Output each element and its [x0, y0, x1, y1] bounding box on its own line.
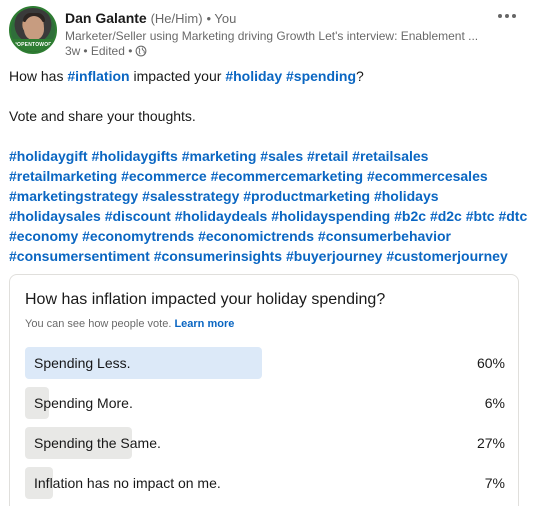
hashtag-link[interactable]: #ecommercemarketing [211, 168, 364, 184]
poll-option[interactable]: Inflation has no impact on me. 7% [25, 467, 505, 499]
text-segment: How has [9, 68, 68, 84]
post-time: 3w [65, 44, 81, 58]
hashtag-link[interactable]: #holiday [225, 68, 282, 84]
hashtag-link[interactable]: #inflation [67, 68, 129, 84]
learn-more-link[interactable]: Learn more [174, 318, 234, 330]
hashtag-link[interactable]: #holidaygift [9, 148, 88, 164]
hashtag-link[interactable]: #sales [260, 148, 303, 164]
hashtag-link[interactable]: #consumersentiment [9, 248, 150, 264]
hashtag-link[interactable]: #holidays [374, 188, 439, 204]
hashtag-link[interactable]: #holidaydeals [175, 208, 268, 224]
more-options-button[interactable] [493, 6, 521, 26]
hashtag-link[interactable]: #buyerjourney [286, 248, 382, 264]
hashtag-link[interactable]: #ecommerce [121, 168, 207, 184]
poll-option-label: Spending More. [34, 395, 133, 411]
hashtag-link[interactable]: #d2c [430, 208, 462, 224]
author-avatar[interactable]: #OPENTOWORK [9, 6, 57, 54]
poll-option[interactable]: Spending More. 6% [25, 387, 505, 419]
poll-option-percent: 7% [484, 475, 505, 491]
avatar-face [24, 16, 44, 40]
hashtag-link[interactable]: #spending [286, 68, 356, 84]
hashtag-link[interactable]: #b2c [394, 208, 426, 224]
poll-subtext: You can see how people vote. Learn more [25, 318, 234, 330]
hashtag-link[interactable]: #holidayspending [271, 208, 390, 224]
author-name[interactable]: Dan Galante [65, 10, 147, 26]
poll-card: How has inflation impacted your holiday … [9, 274, 519, 506]
hashtag-link[interactable]: #consumerbehavior [318, 228, 451, 244]
hashtag-link[interactable]: #salesstrategy [142, 188, 239, 204]
hashtag-link[interactable]: #retail [307, 148, 348, 164]
hashtag-link[interactable]: #customerjourney [386, 248, 507, 264]
globe-icon [136, 45, 147, 57]
hashtag-link[interactable]: #consumerinsights [154, 248, 282, 264]
hashtag-link[interactable]: #retailsales [352, 148, 428, 164]
hashtag-link[interactable]: #btc [466, 208, 495, 224]
poll-option-label: Spending Less. [34, 355, 131, 371]
more-dot [505, 14, 509, 18]
poll-option[interactable]: Spending Less. 60% [25, 347, 505, 379]
post-header: #OPENTOWORK Dan Galante (He/Him) • You M… [9, 6, 525, 60]
post-text: How has #inflation impacted your #holida… [9, 66, 529, 266]
hashtag-link[interactable]: #productmarketing [243, 188, 370, 204]
post-question-line: How has #inflation impacted your #holida… [9, 66, 529, 86]
author-pronouns: (He/Him) [150, 11, 203, 26]
edited-label: • Edited • [83, 44, 133, 58]
text-segment: impacted your [129, 68, 226, 84]
hashtag-link[interactable]: #retailmarketing [9, 168, 117, 184]
hashtag-link[interactable]: #economytrends [82, 228, 194, 244]
author-headline: Marketer/Seller using Marketing driving … [65, 29, 479, 43]
hashtag-list: #holidaygift #holidaygifts #marketing #s… [9, 146, 529, 266]
author-name-line: Dan Galante (He/Him) • You [65, 10, 236, 26]
hashtag-link[interactable]: #holidaysales [9, 208, 101, 224]
poll-question: How has inflation impacted your holiday … [25, 291, 386, 308]
more-horizontal-icon [498, 14, 502, 18]
hashtag-link[interactable]: #ecommercesales [367, 168, 488, 184]
hashtag-link[interactable]: #economictrends [198, 228, 314, 244]
open-to-work-badge: #OPENTOWORK [13, 39, 55, 52]
more-dot [512, 14, 516, 18]
text-segment: ? [356, 68, 364, 84]
post-cta-line: Vote and share your thoughts. [9, 108, 196, 124]
hashtag-link[interactable]: #marketing [182, 148, 257, 164]
poll-option[interactable]: Spending the Same. 27% [25, 427, 505, 459]
hashtag-link[interactable]: #marketingstrategy [9, 188, 138, 204]
poll-visibility-note: You can see how people vote. [25, 318, 172, 330]
hashtag-link[interactable]: #holidaygifts [91, 148, 177, 164]
poll-option-label: Spending the Same. [34, 435, 161, 451]
you-label: • You [206, 11, 237, 26]
hashtag-link[interactable]: #economy [9, 228, 78, 244]
poll-option-percent: 60% [476, 355, 505, 371]
hashtag-link[interactable]: #discount [105, 208, 171, 224]
post-meta: 3w • Edited • [65, 44, 147, 58]
poll-option-percent: 27% [476, 435, 505, 451]
poll-option-percent: 6% [484, 395, 505, 411]
poll-option-label: Inflation has no impact on me. [34, 475, 221, 491]
hashtag-link[interactable]: #dtc [498, 208, 527, 224]
